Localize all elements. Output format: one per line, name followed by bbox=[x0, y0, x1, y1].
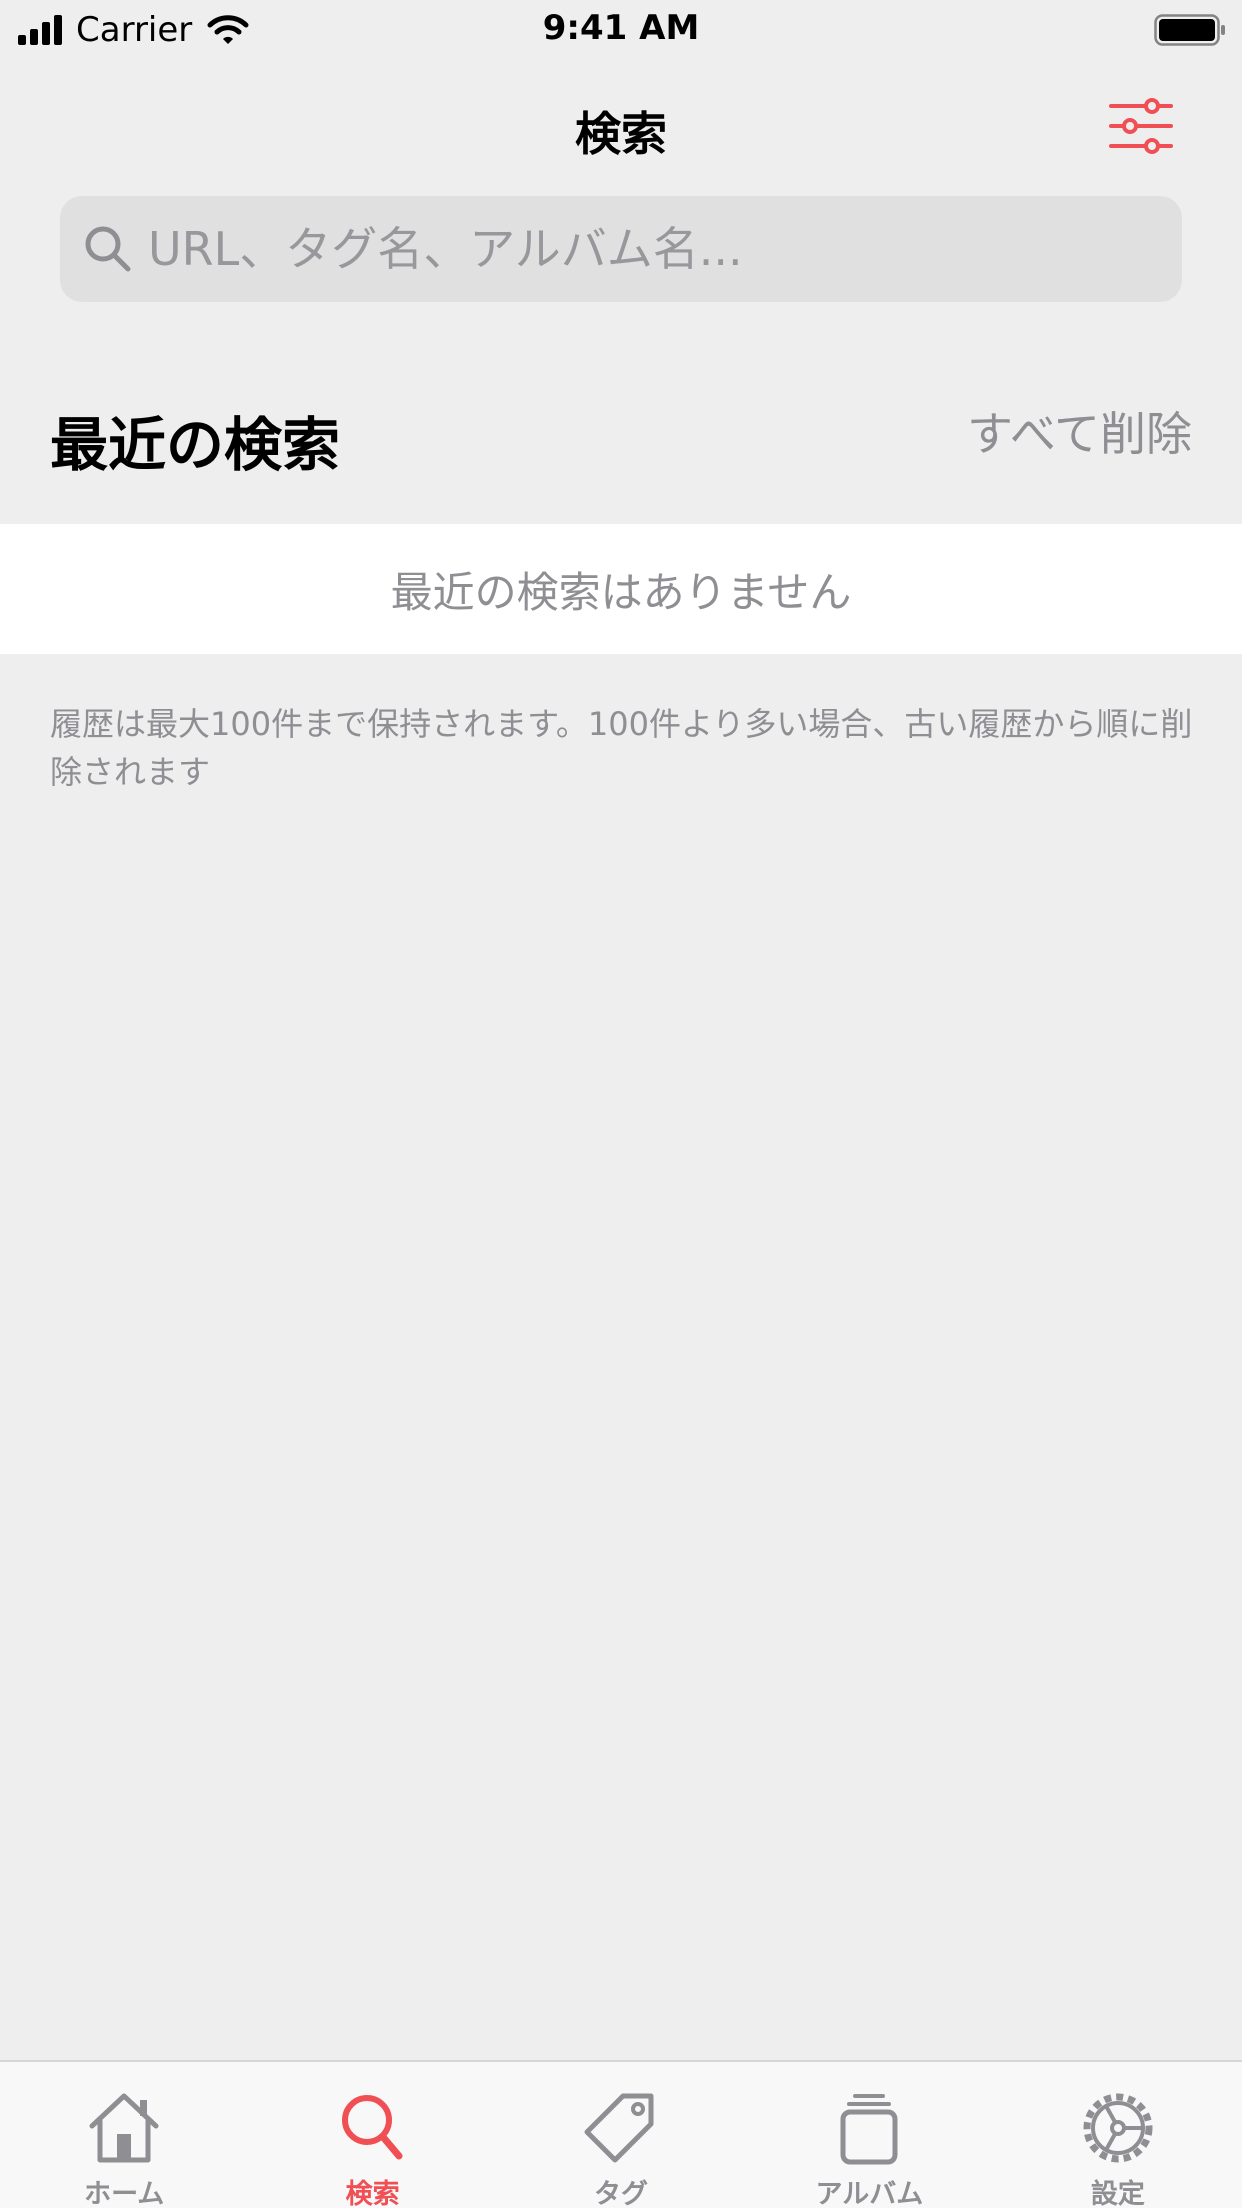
search-input[interactable] bbox=[148, 196, 1182, 302]
tab-search[interactable]: 検索 bbox=[248, 2062, 496, 2208]
search-icon bbox=[341, 2095, 403, 2160]
tab-bar: ホーム 検索 タグ アルバム 設定 bbox=[0, 2060, 1242, 2208]
search-icon bbox=[85, 226, 131, 272]
history-footnote: 履歴は最大100件まで保持されます。100件より多い場合、古い履歴から順に削除さ… bbox=[50, 705, 1193, 791]
search-screen: Carrier 9:41 AM 検索 URL、タグ名、アルバム名... 最近の検… bbox=[0, 0, 1242, 2208]
clear-all-button[interactable]: すべて削除 bbox=[967, 398, 1192, 464]
empty-state-text: 最近の検索はありません bbox=[390, 567, 852, 617]
status-bar: Carrier 9:41 AM bbox=[0, 0, 1242, 60]
tab-home[interactable]: ホーム bbox=[0, 2062, 248, 2208]
album-icon bbox=[840, 2094, 898, 2165]
tab-label: アルバム bbox=[815, 2179, 924, 2208]
empty-state-row: 最近の検索はありません bbox=[0, 524, 1242, 654]
tab-label: 設定 bbox=[1090, 2179, 1145, 2208]
recent-searches-title: 最近の検索 bbox=[50, 411, 341, 479]
tag-icon bbox=[584, 2093, 654, 2163]
search-bar[interactable] bbox=[60, 196, 1182, 302]
gear-icon bbox=[1083, 2093, 1153, 2163]
battery-icon bbox=[1154, 14, 1225, 46]
tab-label: タグ bbox=[594, 2179, 649, 2208]
page-title: 検索 bbox=[575, 107, 667, 161]
sliders-icon[interactable] bbox=[1108, 98, 1174, 154]
tab-album[interactable]: アルバム bbox=[745, 2062, 993, 2208]
home-icon bbox=[89, 2093, 159, 2163]
tab-label: 検索 bbox=[345, 2179, 400, 2208]
tab-tag[interactable]: タグ bbox=[497, 2062, 745, 2208]
tab-settings[interactable]: 設定 bbox=[994, 2062, 1242, 2208]
tab-label: ホーム bbox=[84, 2179, 165, 2208]
status-time: 9:41 AM bbox=[542, 8, 700, 48]
